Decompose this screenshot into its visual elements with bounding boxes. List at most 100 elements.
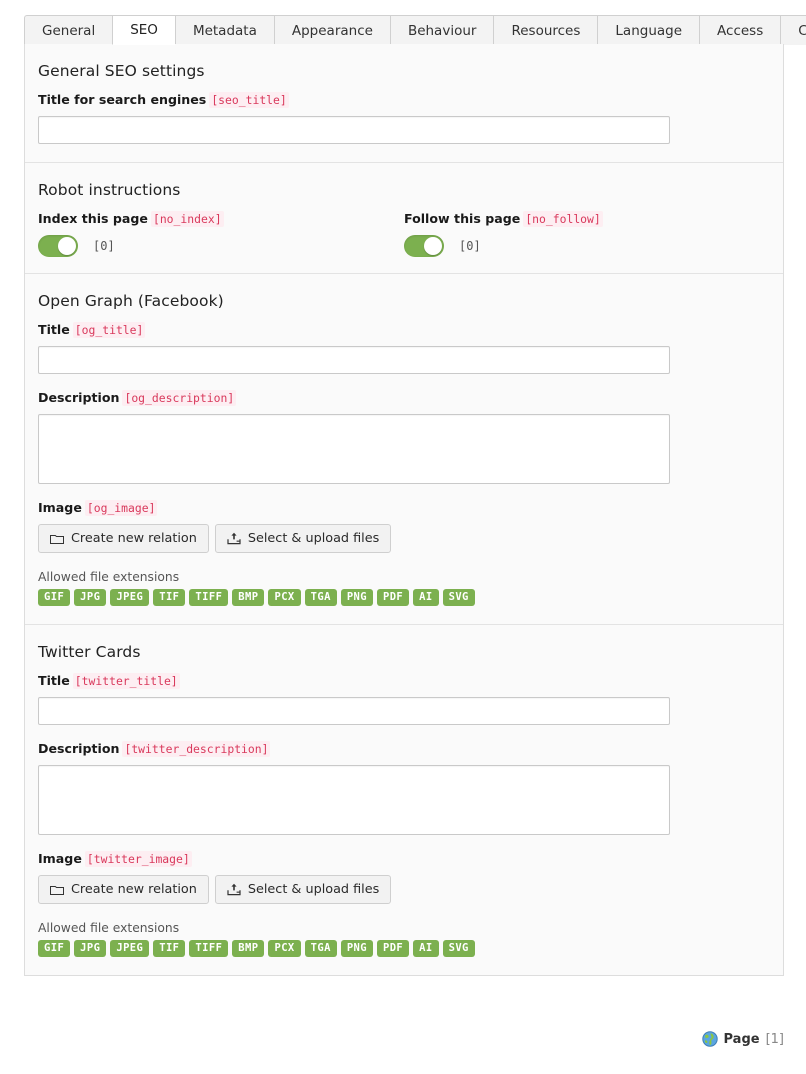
field-label-text: Title <box>38 322 70 337</box>
field-label-text: Title <box>38 673 70 688</box>
extension-badge: PDF <box>376 589 410 606</box>
field-twitter-image: Image [twitter_image] Create new relation <box>38 851 770 957</box>
field-label-text: Description <box>38 741 120 756</box>
extension-badge: TGA <box>304 940 337 957</box>
og-description-textarea[interactable] <box>38 414 670 484</box>
tab-label: Language <box>615 22 683 39</box>
twitter-create-new-relation-button[interactable]: Create new relation <box>38 875 209 904</box>
field-og-title: Title [og_title] <box>38 322 770 374</box>
extension-badge: BMP <box>232 940 265 957</box>
tab-seo[interactable]: SEO <box>112 15 175 45</box>
extension-badge: JPEG <box>110 589 150 606</box>
no-follow-value: [0] <box>459 239 481 253</box>
button-label: Select & upload files <box>247 531 380 546</box>
tab-label: Resources <box>511 22 581 39</box>
toggle-knob <box>58 237 76 255</box>
extension-badge: AI <box>413 589 439 606</box>
toggle-row: [0] <box>404 235 770 257</box>
toggle-knob <box>424 237 442 255</box>
field-seo-title: Title for search engines [seo_title] <box>38 92 770 144</box>
tab-metadata[interactable]: Metadata <box>174 15 274 45</box>
extension-badge: TIFF <box>189 940 229 957</box>
field-label-text: Image <box>38 500 82 515</box>
seo-title-input[interactable] <box>38 116 670 144</box>
extension-badge: PCX <box>268 940 301 957</box>
section-twitter-cards: Twitter Cards Title [twitter_title] Descr… <box>25 625 783 975</box>
extension-badge: BMP <box>232 589 265 606</box>
extension-badge: JPG <box>74 589 107 606</box>
extension-badge: TIFF <box>189 589 229 606</box>
field-label: Title for search engines [seo_title] <box>38 92 770 108</box>
field-code: [no_follow] <box>523 211 603 227</box>
upload-icon <box>227 532 241 545</box>
tab-access[interactable]: Access <box>699 15 781 45</box>
field-label: Index this page [no_index] <box>38 211 404 227</box>
field-label-text: Image <box>38 851 82 866</box>
no-index-value: [0] <box>93 239 115 253</box>
field-og-description: Description [og_description] <box>38 390 770 484</box>
globe-icon <box>701 1031 718 1047</box>
tab-appearance[interactable]: Appearance <box>273 15 390 45</box>
extension-badge: PDF <box>376 940 410 957</box>
tab-language[interactable]: Language <box>597 15 700 45</box>
tab-categories[interactable]: Categories <box>780 15 806 45</box>
field-code: [twitter_image] <box>84 851 192 867</box>
tab-label: General <box>42 22 96 39</box>
tab-general[interactable]: General <box>24 15 113 45</box>
field-label: Description [og_description] <box>38 390 770 406</box>
field-code: [seo_title] <box>209 92 289 108</box>
field-label-text: Follow this page <box>404 211 521 226</box>
field-og-image: Image [og_image] Create new relation Sel… <box>38 500 770 606</box>
tab-behaviour[interactable]: Behaviour <box>389 15 494 45</box>
og-image-buttons: Create new relation Select & upload file… <box>38 524 770 553</box>
extension-badge: TIF <box>153 589 186 606</box>
field-code: [og_image] <box>84 500 158 516</box>
extension-badge: TIF <box>153 940 186 957</box>
twitter-description-textarea[interactable] <box>38 765 670 835</box>
field-label: Follow this page [no_follow] <box>404 211 770 227</box>
extension-badge: JPG <box>74 940 107 957</box>
field-no-follow: Follow this page [no_follow] [0] <box>404 211 770 257</box>
field-label: Title [twitter_title] <box>38 673 770 689</box>
upload-icon <box>227 883 241 896</box>
tab-label: Behaviour <box>407 22 477 39</box>
extension-badge: SVG <box>442 589 475 606</box>
tab-label: Metadata <box>192 22 257 39</box>
field-code: [og_description] <box>122 390 237 406</box>
button-label: Create new relation <box>71 882 197 897</box>
og-extensions-caption: Allowed file extensions <box>38 570 180 584</box>
seo-settings-panel: General SEO settings Title for search en… <box>24 44 784 976</box>
og-create-new-relation-button[interactable]: Create new relation <box>38 524 209 553</box>
extension-badge: PNG <box>340 589 373 606</box>
page-root: General SEO Metadata Appearance Behaviou… <box>0 0 806 1074</box>
section-title: Open Graph (Facebook) <box>38 292 224 310</box>
twitter-select-upload-files-button[interactable]: Select & upload files <box>214 875 392 904</box>
extension-badge: PNG <box>340 940 373 957</box>
field-label-text: Index this page <box>38 211 148 226</box>
section-title: Twitter Cards <box>38 643 141 661</box>
field-label-text: Title for search engines <box>38 92 207 107</box>
og-title-input[interactable] <box>38 346 670 374</box>
status-count: [1] <box>765 1031 784 1047</box>
section-title: General SEO settings <box>38 62 205 80</box>
folder-icon <box>50 533 64 545</box>
tab-label: Appearance <box>291 22 373 39</box>
folder-icon <box>50 884 64 896</box>
tab-label: SEO <box>130 22 158 38</box>
tab-resources[interactable]: Resources <box>493 15 598 45</box>
section-title: Robot instructions <box>38 181 181 199</box>
extension-badge: AI <box>413 940 439 957</box>
tab-label: Categories <box>798 22 806 39</box>
field-twitter-description: Description [twitter_description] <box>38 741 770 835</box>
tab-label: Access <box>717 22 764 39</box>
extension-badge: JPEG <box>110 940 150 957</box>
og-select-upload-files-button[interactable]: Select & upload files <box>214 524 392 553</box>
twitter-extensions-caption: Allowed file extensions <box>38 921 180 935</box>
twitter-title-input[interactable] <box>38 697 670 725</box>
status-bar: Page [1] <box>701 1031 784 1047</box>
no-index-toggle[interactable] <box>38 235 78 257</box>
extension-badge: GIF <box>38 589 71 606</box>
no-follow-toggle[interactable] <box>404 235 444 257</box>
extension-badge: SVG <box>442 940 475 957</box>
extension-badge: PCX <box>268 589 301 606</box>
